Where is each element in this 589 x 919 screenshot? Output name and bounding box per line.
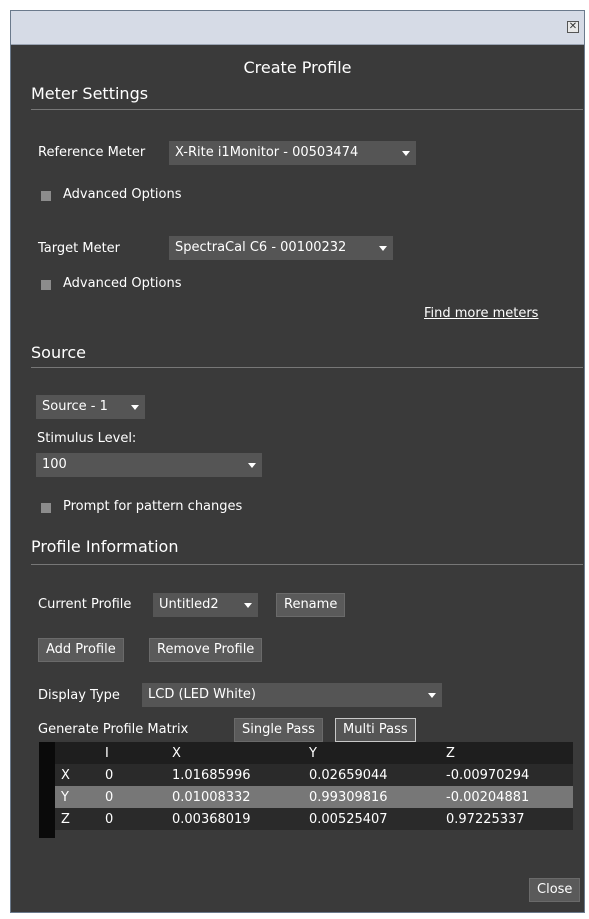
table-cell: 0.97225337 [441,808,573,830]
table-cell: 0 [81,764,160,786]
table-cell: 0.01008332 [160,786,304,808]
display-type-label: Display Type [38,688,120,703]
stimulus-level-label: Stimulus Level: [37,431,137,446]
prompt-pattern-checkbox[interactable] [41,503,51,513]
chevron-down-icon [428,693,436,698]
table-cell: 0.00368019 [160,808,304,830]
table-row[interactable]: Y 0 0.01008332 0.99309816 -0.00204881 [55,786,573,808]
rename-button[interactable]: Rename [276,593,346,617]
dialog-title: Create Profile [243,58,352,77]
table-cell: 0.99309816 [304,786,441,808]
stimulus-level-dropdown[interactable]: 100 [36,453,262,477]
close-button[interactable]: Close [529,878,581,902]
prompt-pattern-label: Prompt for pattern changes [63,499,243,514]
generate-matrix-label: Generate Profile Matrix [38,722,189,737]
find-more-meters-link[interactable]: Find more meters [424,306,538,321]
table-row-header-strip [39,742,55,838]
single-pass-button[interactable]: Single Pass [234,718,323,742]
table-cell: 0 [81,786,160,808]
table-row[interactable]: Z 0 0.00368019 0.00525407 0.97225337 [55,808,573,830]
reference-meter-dropdown[interactable]: X-Rite i1Monitor - 00503474 [169,141,416,165]
source-heading: Source [31,343,86,362]
multi-pass-button[interactable]: Multi Pass [335,718,416,742]
chevron-down-icon [379,246,387,251]
table-cell: 0.00525407 [304,808,441,830]
create-profile-window: ✕ Create Profile Meter Settings Referenc… [10,10,585,913]
table-header-cell: I [81,742,160,764]
target-meter-dropdown[interactable]: SpectraCal C6 - 00100232 [169,236,393,260]
source-value: Source - 1 [42,399,108,414]
table-cell: 0.02659044 [304,764,441,786]
chevron-down-icon [402,151,410,156]
table-header-cell: X [160,742,304,764]
table-cell: -0.00204881 [441,786,573,808]
profile-matrix-table: I X Y Z X 0 1.01685996 0.02659044 -0.009… [55,742,573,830]
current-profile-value: Untitled2 [159,597,219,612]
reference-meter-label: Reference Meter [38,145,146,160]
current-profile-label: Current Profile [38,597,132,612]
table-cell: Z [55,808,81,830]
target-meter-label: Target Meter [38,241,121,256]
source-dropdown[interactable]: Source - 1 [36,395,145,419]
table-header-cell: Z [441,742,573,764]
stimulus-level-value: 100 [42,457,67,472]
chevron-down-icon [131,405,139,410]
display-type-dropdown[interactable]: LCD (LED White) [142,683,442,707]
chevron-down-icon [244,603,252,608]
table-cell: 0 [81,808,160,830]
divider [31,564,583,565]
table-cell: X [55,764,81,786]
title-bar: ✕ [11,11,584,45]
divider [31,367,583,368]
current-profile-dropdown[interactable]: Untitled2 [153,593,258,617]
table-row[interactable]: X 0 1.01685996 0.02659044 -0.00970294 [55,764,573,786]
chevron-down-icon [248,463,256,468]
target-advanced-label: Advanced Options [63,276,182,291]
remove-profile-button[interactable]: Remove Profile [149,638,263,662]
window-close-icon[interactable]: ✕ [567,21,579,33]
target-meter-value: SpectraCal C6 - 00100232 [175,240,347,255]
reference-advanced-checkbox[interactable] [41,191,51,201]
table-cell: 1.01685996 [160,764,304,786]
add-profile-button[interactable]: Add Profile [38,638,124,662]
table-cell: -0.00970294 [441,764,573,786]
divider [31,109,583,110]
meter-settings-heading: Meter Settings [31,84,149,103]
table-header-row: I X Y Z [55,742,573,764]
table-header-cell: Y [304,742,441,764]
profile-information-heading: Profile Information [31,537,179,556]
reference-advanced-label: Advanced Options [63,187,182,202]
target-advanced-checkbox[interactable] [41,280,51,290]
reference-meter-value: X-Rite i1Monitor - 00503474 [175,145,359,160]
display-type-value: LCD (LED White) [148,687,257,702]
table-cell: Y [55,786,81,808]
table-header-cell [55,742,81,764]
